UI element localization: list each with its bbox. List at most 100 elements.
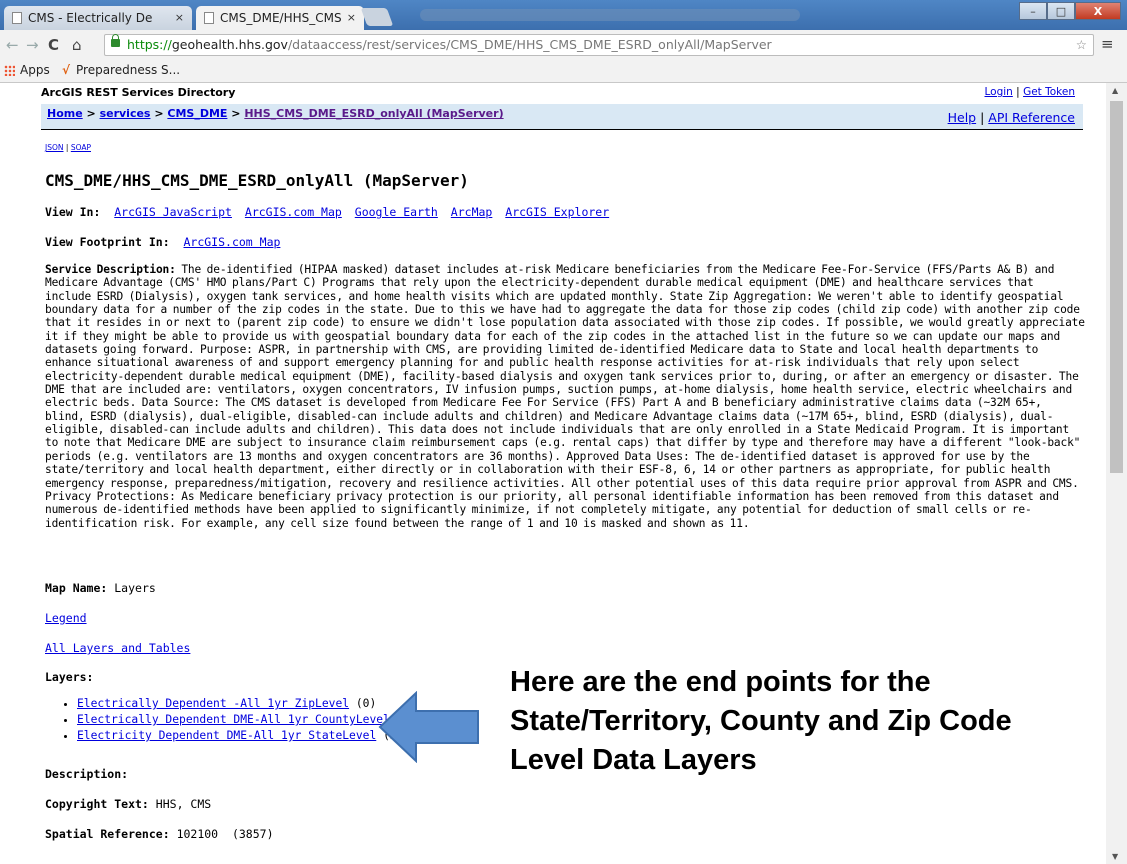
spatial-reference-label: Spatial Reference:	[45, 827, 170, 841]
toolbar: ← → C ⌂ https://geohealth.hhs.gov/dataac…	[0, 30, 1127, 60]
breadcrumb-folder[interactable]: CMS_DME	[167, 107, 227, 120]
breadcrumb-separator: >	[150, 107, 168, 120]
reload-icon[interactable]: C	[48, 36, 59, 54]
breadcrumb-separator: >	[82, 107, 100, 120]
page-icon	[204, 12, 214, 24]
list-item: Electricity Dependent DME-All 1yr StateL…	[77, 728, 417, 744]
lock-icon	[111, 34, 120, 47]
auth-links: Login | Get Token	[985, 86, 1076, 98]
list-item: Electrically Dependent -All 1yr ZipLevel…	[77, 696, 417, 712]
breadcrumb: Home > services > CMS_DME > HHS_CMS_DME_…	[41, 104, 1083, 130]
forward-icon[interactable]: →	[26, 36, 39, 54]
close-window-button[interactable]: X	[1075, 2, 1121, 20]
json-link[interactable]: JSON	[45, 143, 64, 152]
service-description: Service Description: The de-identified (…	[45, 263, 1085, 530]
apps-icon	[4, 65, 15, 76]
view-footprint-row: View Footprint In: ArcGIS.com Map	[45, 235, 286, 249]
soap-link[interactable]: SOAP	[71, 143, 91, 152]
breadcrumb-current[interactable]: HHS_CMS_DME_ESRD_onlyAll (MapServer)	[244, 107, 503, 120]
legend-link[interactable]: Legend	[45, 611, 87, 625]
bookmark-apps[interactable]: Apps	[20, 60, 50, 80]
view-footprint-arcgis-com-map[interactable]: ArcGIS.com Map	[183, 235, 280, 249]
help-links: Help | API Reference	[948, 108, 1075, 128]
tab-label: CMS - Electrically De	[28, 11, 153, 25]
callout-arrow-icon	[378, 691, 479, 763]
legend-row: Legend	[45, 611, 93, 625]
close-tab-icon[interactable]: ×	[347, 6, 356, 30]
view-in-arcgis-javascript[interactable]: ArcGIS JavaScript	[114, 205, 232, 219]
address-bar[interactable]: https://geohealth.hhs.gov/dataaccess/res…	[104, 34, 1094, 56]
layers-list: Electrically Dependent -All 1yr ZipLevel…	[45, 696, 417, 744]
breadcrumb-separator: >	[227, 107, 245, 120]
tab-cms-electrically[interactable]: CMS - Electrically De ×	[4, 6, 192, 30]
layer-link-zip[interactable]: Electrically Dependent -All 1yr ZipLevel	[77, 697, 349, 710]
bookmark-preparedness[interactable]: Preparedness S...	[76, 60, 180, 80]
page-title: CMS_DME/HHS_CMS_DME_ESRD_onlyAll (MapSer…	[45, 171, 469, 190]
browser-window: CMS - Electrically De × CMS_DME/HHS_CMS …	[0, 0, 1127, 864]
separator: |	[1016, 86, 1020, 98]
map-name-label: Map Name:	[45, 581, 108, 595]
copyright-label: Copyright Text:	[45, 797, 149, 811]
menu-icon[interactable]: ≡	[1101, 35, 1114, 53]
copyright-row: Copyright Text: HHS, CMS	[45, 797, 211, 811]
home-icon[interactable]: ⌂	[72, 36, 82, 54]
view-in-row: View In: ArcGIS JavaScript ArcGIS.com Ma…	[45, 205, 615, 219]
spatial-reference-row: Spatial Reference: 102100 (3857)	[45, 827, 274, 841]
tab-label: CMS_DME/HHS_CMS	[220, 11, 342, 25]
breadcrumb-services[interactable]: services	[100, 107, 151, 120]
description-row: Description:	[45, 767, 128, 781]
layer-link-county[interactable]: Electrically Dependent DME-All 1yr Count…	[77, 713, 390, 726]
view-in-arcmap[interactable]: ArcMap	[451, 205, 493, 219]
list-item: Electrically Dependent DME-All 1yr Count…	[77, 712, 417, 728]
blurred-window-title	[420, 9, 800, 21]
map-name-value: Layers	[114, 581, 156, 595]
checkmark-icon: √	[62, 63, 71, 77]
annotation-callout: Here are the end points for the State/Te…	[510, 666, 1012, 776]
description-label: Description:	[45, 767, 129, 781]
get-token-link[interactable]: Get Token	[1023, 86, 1075, 98]
layer-link-state[interactable]: Electricity Dependent DME-All 1yr StateL…	[77, 729, 376, 742]
format-links: JSON | SOAP	[45, 143, 91, 152]
service-description-text: The de-identified (HIPAA masked) dataset…	[45, 263, 1085, 530]
close-tab-icon[interactable]: ×	[175, 6, 184, 30]
directory-title: ArcGIS REST Services Directory	[41, 86, 236, 99]
copyright-value: HHS, CMS	[155, 797, 212, 811]
new-tab-button[interactable]	[360, 8, 394, 26]
url-path: /dataaccess/rest/services/CMS_DME/HHS_CM…	[287, 37, 772, 52]
page-icon	[12, 12, 22, 24]
tab-cms-dme[interactable]: CMS_DME/HHS_CMS ×	[196, 6, 364, 30]
login-link[interactable]: Login	[985, 86, 1013, 98]
scrollbar-thumb[interactable]	[1110, 101, 1123, 473]
scroll-up-icon[interactable]: ▲	[1112, 86, 1118, 95]
window-controls: – □ X	[1019, 2, 1121, 20]
all-layers-row: All Layers and Tables	[45, 641, 196, 655]
view-in-google-earth[interactable]: Google Earth	[355, 205, 438, 219]
all-layers-link[interactable]: All Layers and Tables	[45, 641, 190, 655]
maximize-button[interactable]: □	[1047, 2, 1075, 20]
layer-id: (0)	[355, 697, 377, 710]
url-scheme: https://	[127, 37, 172, 52]
layers-label: Layers:	[45, 670, 94, 684]
page-content: ArcGIS REST Services Directory Login | G…	[0, 83, 1106, 864]
service-description-label: Service Description:	[45, 263, 176, 276]
minimize-button[interactable]: –	[1019, 2, 1047, 20]
view-footprint-label: View Footprint In:	[45, 235, 170, 249]
view-in-label: View In:	[45, 205, 101, 219]
map-name-row: Map Name: Layers	[45, 581, 156, 595]
view-in-arcgis-explorer[interactable]: ArcGIS Explorer	[505, 205, 609, 219]
star-icon[interactable]: ☆	[1076, 35, 1087, 55]
breadcrumb-home[interactable]: Home	[47, 107, 83, 120]
spatial-reference-value: 102100 (3857)	[176, 827, 274, 841]
vertical-scrollbar[interactable]: ▲ ▼	[1106, 83, 1127, 864]
help-link[interactable]: Help	[948, 110, 977, 125]
layers-label-row: Layers:	[45, 670, 93, 684]
bookmarks-bar: Apps √ Preparedness S...	[0, 60, 1127, 83]
api-reference-link[interactable]: API Reference	[988, 110, 1075, 125]
url-host: geohealth.hhs.gov	[171, 37, 288, 52]
separator: |	[980, 110, 985, 125]
directory-header: ArcGIS REST Services Directory Login | G…	[41, 86, 1083, 99]
separator: |	[65, 143, 69, 152]
view-in-arcgis-com-map[interactable]: ArcGIS.com Map	[245, 205, 342, 219]
scroll-down-icon[interactable]: ▼	[1112, 852, 1118, 861]
back-icon[interactable]: ←	[6, 36, 19, 54]
